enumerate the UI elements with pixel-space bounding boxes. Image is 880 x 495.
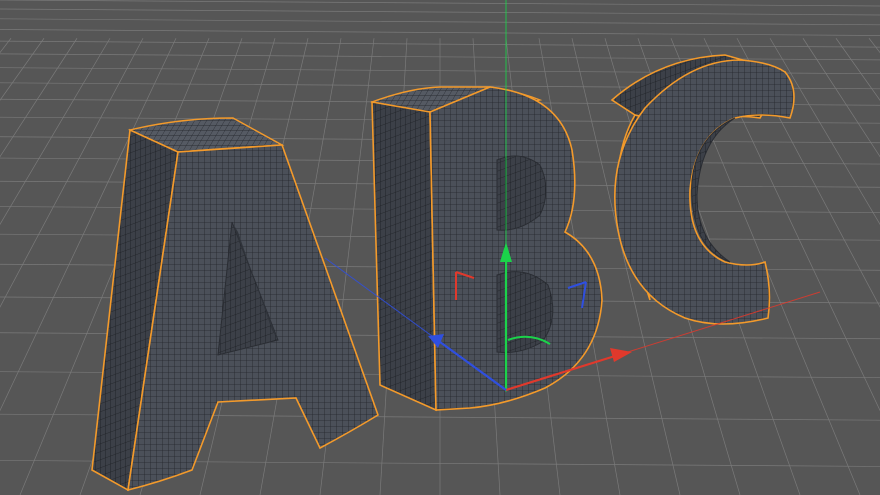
letter-b-left-side <box>371 101 437 412</box>
text-object-b[interactable] <box>369 86 603 412</box>
3d-viewport[interactable] <box>0 0 880 495</box>
